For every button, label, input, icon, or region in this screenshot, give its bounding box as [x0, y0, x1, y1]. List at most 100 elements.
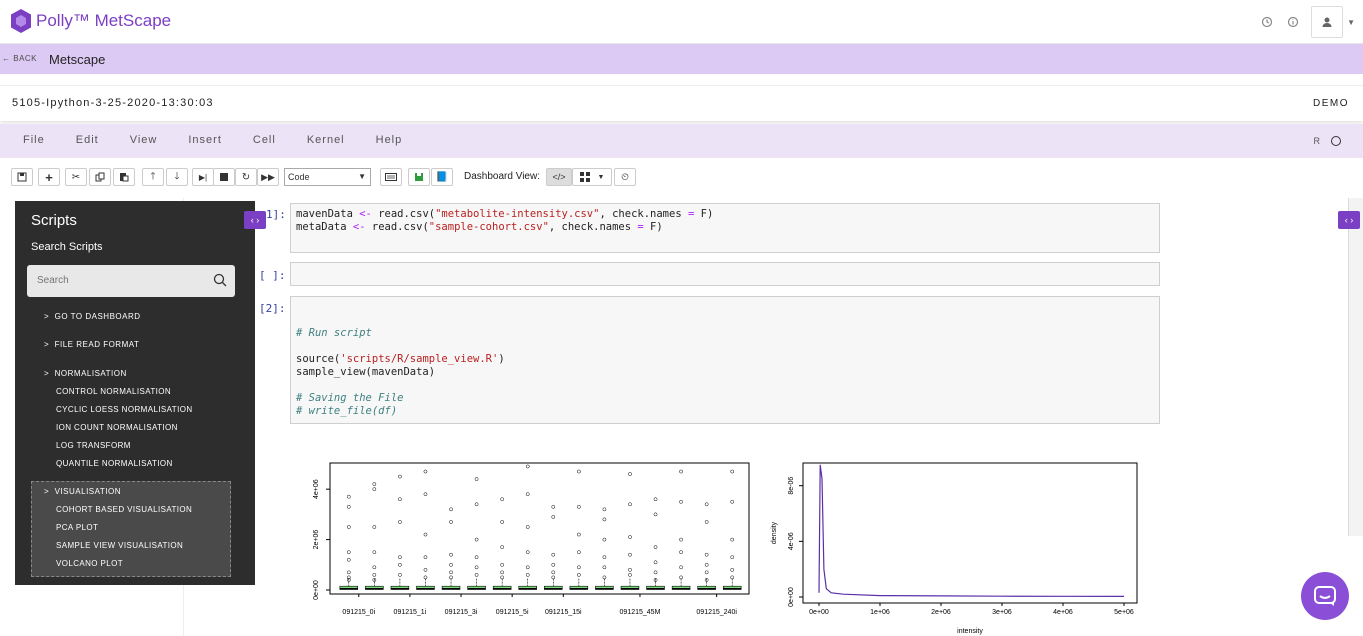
sidebar-subitem[interactable]: PCA PLOT: [56, 523, 98, 532]
outlier-point: [372, 550, 377, 555]
outlier-point: [576, 469, 581, 474]
sidebar-toggle-button[interactable]: ‹ ›: [244, 211, 266, 229]
outlier-point: [704, 562, 709, 567]
search-icon[interactable]: [213, 273, 227, 287]
outlier-point: [551, 570, 556, 575]
outlier-point: [679, 499, 683, 504]
chat-icon: [1314, 586, 1336, 606]
outlier-point: [602, 565, 607, 570]
cell-prompt: [ ]:: [259, 269, 286, 282]
chat-button[interactable]: [1301, 572, 1349, 620]
menu-edit[interactable]: Edit: [76, 134, 99, 146]
paste-button[interactable]: [113, 168, 135, 186]
code-view-button[interactable]: </>: [546, 168, 572, 186]
x-tick-label: 091215_45M: [620, 609, 661, 616]
right-panel-toggle-button[interactable]: ‹ ›: [1338, 211, 1360, 229]
outlier-point: [551, 562, 556, 567]
outlier-point: [602, 507, 607, 512]
outlier-point: [525, 550, 530, 555]
cut-button[interactable]: ✂: [65, 168, 87, 186]
menu-kernel[interactable]: Kernel: [307, 134, 345, 146]
copy-button[interactable]: [89, 168, 111, 186]
sidebar-subitem[interactable]: COHORT BASED VISUALISATION: [56, 505, 192, 514]
run-button[interactable]: ▶|: [192, 168, 214, 186]
outlier-point: [679, 565, 683, 570]
outlier-point: [628, 472, 632, 476]
search-input[interactable]: [37, 265, 207, 295]
save-green-button[interactable]: [408, 168, 430, 186]
restart-button[interactable]: ↻: [235, 168, 257, 186]
save-icon: [415, 173, 423, 181]
outlier-point: [346, 550, 351, 555]
app-logo[interactable]: Polly™ MetScape: [10, 8, 171, 34]
dashboard-button[interactable]: ⏲: [614, 168, 636, 186]
keyboard-icon: [385, 173, 397, 181]
notebook-name[interactable]: 5105-Ipython-3-25-2020-13:30:03: [12, 97, 214, 109]
outlier-point: [704, 552, 709, 557]
dashboard-view-label: Dashboard View:: [464, 171, 540, 182]
outlier-point: [551, 575, 556, 580]
history-icon[interactable]: [1259, 14, 1275, 30]
outlier-point: [704, 570, 709, 575]
outlier-point: [551, 504, 556, 509]
code-cell[interactable]: mavenData <- read.csv("metabolite-intens…: [290, 203, 1160, 253]
outlier-point: [525, 464, 530, 469]
code-cell-empty[interactable]: [290, 262, 1160, 286]
x-tick-label: 091215_3i: [445, 609, 478, 616]
sidebar-item-dashboard[interactable]: > GO TO DASHBOARD: [44, 312, 141, 321]
move-up-button[interactable]: 🡑: [142, 168, 164, 186]
outlier-point: [346, 504, 351, 509]
plot-frame: [329, 462, 750, 595]
outlier-point: [474, 573, 479, 577]
sidebar-subitem[interactable]: LOG TRANSFORM: [56, 441, 131, 450]
info-icon[interactable]: [1285, 14, 1301, 30]
back-button[interactable]: ← BACK: [2, 54, 37, 63]
outlier-point: [551, 552, 556, 557]
grid-view-button[interactable]: ▼: [572, 168, 612, 186]
menu-insert[interactable]: Insert: [188, 134, 222, 146]
x-tick-label: 3e+06: [992, 609, 1012, 616]
right-panel-strip: [1348, 198, 1363, 536]
dashboard-icon: ⏲: [621, 171, 629, 183]
sidebar-subitem[interactable]: ION COUNT NORMALISATION: [56, 423, 178, 432]
density-line: [818, 464, 1125, 597]
x-tick-label: 091215_0i: [342, 609, 375, 616]
kernel-status-icon: [1331, 136, 1341, 146]
chevron-down-icon[interactable]: ▼: [1347, 18, 1355, 27]
run-all-button[interactable]: ▶▶: [257, 168, 279, 186]
sidebar-item-file-read[interactable]: > FILE READ FORMAT: [44, 340, 139, 349]
top-bar: Polly™ MetScape ▼: [0, 0, 1363, 44]
move-down-button[interactable]: 🡓: [166, 168, 188, 186]
save-icon: [17, 172, 27, 182]
sidebar-subitem[interactable]: VOLCANO PLOT: [56, 559, 123, 568]
sidebar-item-visualisation[interactable]: > VISUALISATION: [44, 487, 121, 496]
menu-view[interactable]: View: [130, 134, 158, 146]
cell-prompt: [2]:: [259, 302, 286, 315]
code-icon: </>: [552, 172, 566, 182]
outlier-point: [449, 570, 453, 575]
sidebar-item-normalisation[interactable]: > NORMALISATION: [44, 369, 127, 378]
plot-frame: [802, 462, 1138, 604]
menu-help[interactable]: Help: [376, 134, 403, 146]
menu-file[interactable]: File: [23, 134, 45, 146]
save-button[interactable]: [11, 168, 33, 186]
book-button[interactable]: 📘: [431, 168, 453, 186]
sidebar-subitem[interactable]: SAMPLE VIEW VISUALISATION: [56, 541, 183, 550]
outlier-point: [398, 520, 402, 524]
x-tick-label: 4e+06: [1053, 609, 1073, 616]
user-menu-button[interactable]: [1311, 6, 1344, 38]
notebook-header: 5105-Ipython-3-25-2020-13:30:03 DEMO: [0, 85, 1363, 121]
cell-type-select[interactable]: Code ▼: [284, 168, 371, 186]
x-axis-label: intensity: [957, 628, 983, 635]
sidebar-subitem[interactable]: CYCLIC LOESS NORMALISATION: [56, 405, 193, 414]
outlier-point: [449, 520, 453, 524]
y-tick-label: 2e+06: [313, 530, 320, 550]
keyboard-button[interactable]: [380, 168, 402, 186]
add-cell-button[interactable]: +: [38, 168, 60, 186]
sidebar-subitem[interactable]: CONTROL NORMALISATION: [56, 387, 171, 396]
sidebar-subitem[interactable]: QUANTILE NORMALISATION: [56, 459, 173, 468]
code-cell[interactable]: # Run script source('scripts/R/sample_vi…: [290, 296, 1160, 424]
interrupt-button[interactable]: [213, 168, 235, 186]
menu-cell[interactable]: Cell: [253, 134, 276, 146]
outlier-point: [372, 482, 377, 486]
